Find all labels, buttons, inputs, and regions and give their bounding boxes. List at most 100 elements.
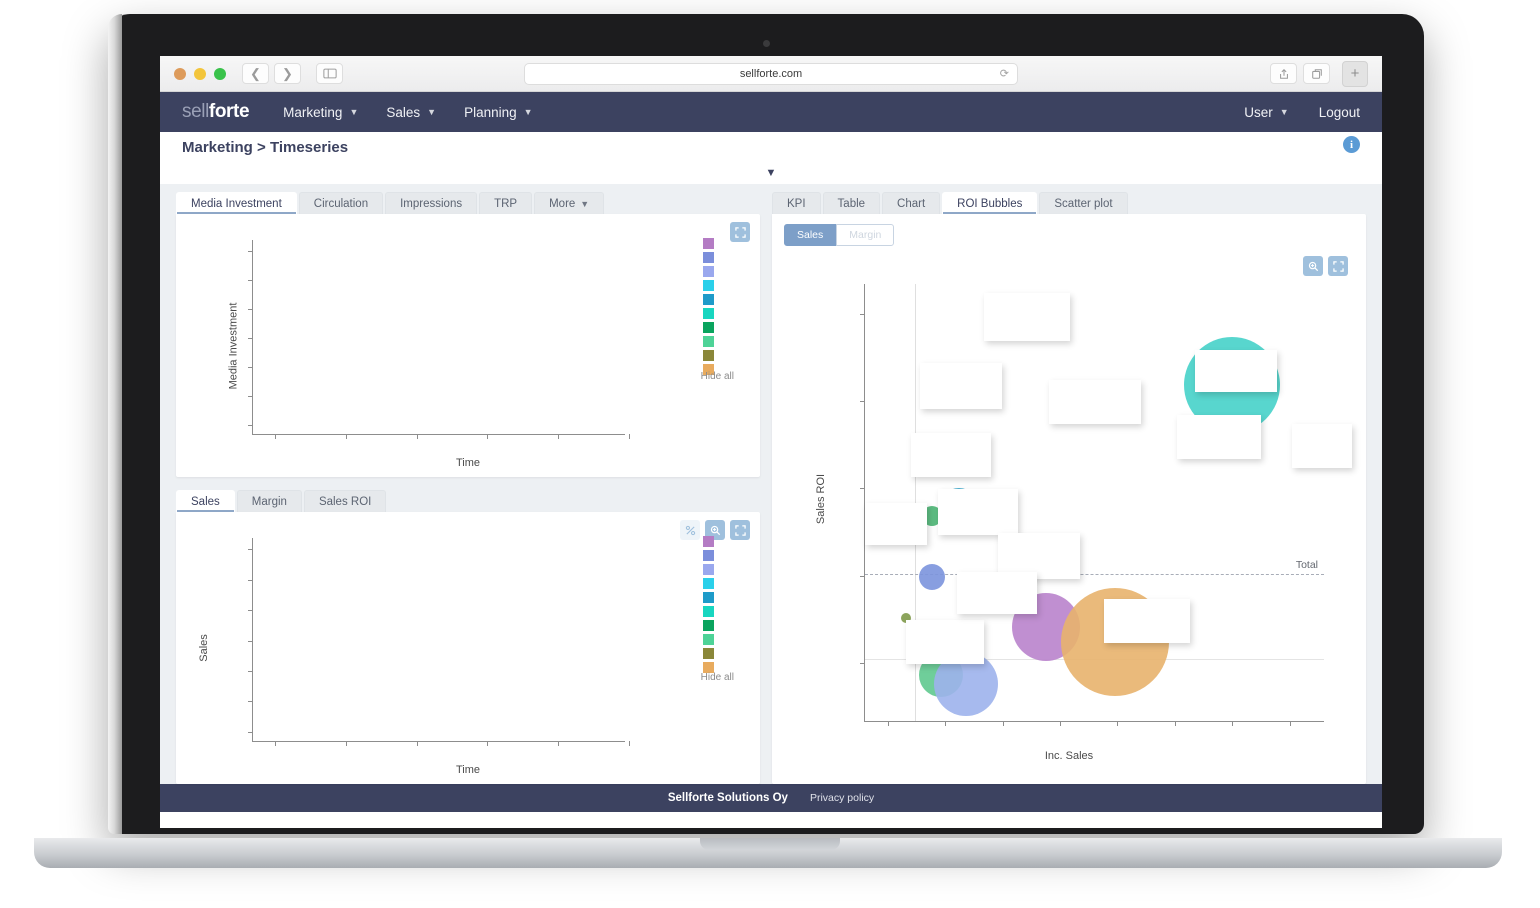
legend-swatch[interactable]	[703, 280, 714, 291]
y-tick	[860, 663, 865, 665]
laptop-mockup: ❮ ❯ sellforte.com ⟳ + sellforte Marketin…	[0, 0, 1540, 908]
x-tick	[945, 721, 947, 726]
legend-swatch[interactable]	[703, 606, 714, 617]
legend-swatch[interactable]	[703, 620, 714, 631]
chart-legend	[703, 536, 714, 673]
sales-chart: Sales Hide all Time	[176, 512, 760, 784]
y-axis-label: Sales	[197, 634, 210, 662]
legend-swatch[interactable]	[703, 238, 714, 249]
tab-sales-roi[interactable]: Sales ROI	[303, 490, 387, 512]
bubble-label-card[interactable]	[1291, 423, 1352, 468]
bubble-label-card[interactable]	[984, 292, 1071, 341]
user-menu-label: User	[1244, 104, 1273, 120]
nav-item-planning[interactable]: Planning ▼	[464, 105, 532, 120]
bubble-label-card[interactable]	[1177, 415, 1262, 460]
legend-swatch[interactable]	[703, 294, 714, 305]
y-tick	[248, 279, 253, 281]
legend-swatch[interactable]	[703, 536, 714, 547]
legend-swatch[interactable]	[703, 648, 714, 659]
reload-icon[interactable]: ⟳	[1000, 67, 1009, 80]
y-axis-label: Media Investment	[227, 302, 240, 389]
hide-all-link[interactable]: Hide all	[701, 371, 734, 382]
sidebar-toggle-icon[interactable]	[316, 63, 343, 84]
roi-bubble[interactable]	[918, 563, 945, 590]
close-window-button[interactable]	[174, 67, 186, 80]
address-bar[interactable]: sellforte.com ⟳	[524, 63, 1018, 85]
y-tick	[248, 425, 253, 427]
legend-swatch[interactable]	[703, 308, 714, 319]
brand-bold: forte	[208, 101, 250, 122]
bubble-label-card[interactable]	[910, 432, 991, 477]
user-menu[interactable]: User ▼	[1244, 105, 1288, 120]
browser-toolbar: ❮ ❯ sellforte.com ⟳ +	[160, 56, 1382, 92]
y-tick	[860, 401, 865, 402]
y-tick	[248, 308, 253, 310]
share-icon[interactable]	[1270, 63, 1297, 84]
legend-swatch[interactable]	[703, 322, 714, 333]
info-icon[interactable]: i	[1343, 136, 1360, 153]
maximize-window-button[interactable]	[214, 67, 226, 80]
x-tick	[346, 741, 347, 746]
forward-button[interactable]: ❯	[274, 63, 301, 84]
legend-swatch[interactable]	[703, 350, 714, 361]
sales-tabs: Sales Margin Sales ROI	[176, 488, 760, 512]
nav-item-sales[interactable]: Sales ▼	[386, 105, 436, 120]
tab-roi-bubbles[interactable]: ROI Bubbles	[942, 192, 1038, 214]
tab-circulation[interactable]: Circulation	[298, 192, 384, 214]
tab-label: Circulation	[313, 198, 369, 210]
bubble-label-card[interactable]	[1195, 349, 1278, 392]
media-investment-card: Media Investment Circulation Impressions…	[176, 190, 812, 477]
legend-swatch[interactable]	[703, 550, 714, 561]
logout-button[interactable]: Logout	[1319, 105, 1360, 120]
tab-chart[interactable]: Chart	[882, 192, 941, 214]
legend-swatch[interactable]	[703, 592, 714, 603]
bubble-label-card[interactable]	[938, 489, 1019, 536]
plot-area	[248, 538, 630, 746]
new-tab-button[interactable]: +	[1342, 60, 1368, 87]
legend-swatch[interactable]	[703, 266, 714, 277]
breadcrumb-bar: Marketing > Timeseries i	[160, 132, 1382, 162]
bubble-label-card[interactable]	[865, 502, 927, 545]
show-tabs-icon[interactable]	[1303, 63, 1330, 84]
plot-area: Total	[860, 284, 1352, 726]
x-tick	[1060, 721, 1062, 726]
bubble-label-card[interactable]	[956, 572, 1037, 615]
nav-item-marketing[interactable]: Marketing ▼	[283, 105, 358, 120]
breadcrumb[interactable]: Marketing > Timeseries	[182, 139, 348, 156]
brand-logo[interactable]: sellforte	[182, 101, 250, 123]
url-text: sellforte.com	[739, 68, 803, 80]
x-axis-label: Time	[455, 764, 481, 776]
x-tick	[1117, 721, 1119, 726]
tab-margin[interactable]: Margin	[236, 490, 302, 512]
tab-scatter-plot[interactable]: Scatter plot	[1039, 192, 1128, 214]
back-button[interactable]: ❮	[242, 63, 269, 84]
legend-swatch[interactable]	[703, 578, 714, 589]
legend-swatch[interactable]	[703, 634, 714, 645]
tab-sales[interactable]: Sales	[176, 490, 235, 512]
filter-panel-toggle[interactable]: ▼	[160, 162, 1382, 184]
legend-swatch[interactable]	[703, 336, 714, 347]
total-reference-label: Total	[1295, 558, 1318, 571]
legend-swatch[interactable]	[703, 564, 714, 575]
tab-label: KPI	[787, 198, 806, 210]
bubble-label-card[interactable]	[920, 362, 1003, 409]
y-tick	[248, 701, 253, 703]
bubble-label-card[interactable]	[906, 620, 985, 665]
tab-media-investment[interactable]: Media Investment	[176, 192, 297, 214]
x-axis-label: Inc. Sales	[1044, 750, 1094, 762]
tab-trp[interactable]: TRP	[479, 192, 533, 214]
bubble-label-card[interactable]	[1048, 380, 1141, 425]
privacy-policy-link[interactable]: Privacy policy	[810, 792, 874, 804]
tab-label: Sales ROI	[318, 496, 372, 508]
tab-table[interactable]: Table	[822, 192, 881, 214]
tab-impressions[interactable]: Impressions	[385, 192, 478, 214]
tab-kpi[interactable]: KPI	[772, 192, 821, 214]
nav-item-label: Marketing	[283, 104, 343, 120]
legend-swatch[interactable]	[703, 252, 714, 263]
bubble-label-card[interactable]	[1103, 598, 1190, 643]
minimize-window-button[interactable]	[194, 67, 206, 80]
x-tick	[346, 434, 347, 439]
hide-all-link[interactable]: Hide all	[701, 672, 734, 683]
tab-more[interactable]: More ▼	[534, 192, 605, 214]
y-tick	[248, 549, 253, 551]
